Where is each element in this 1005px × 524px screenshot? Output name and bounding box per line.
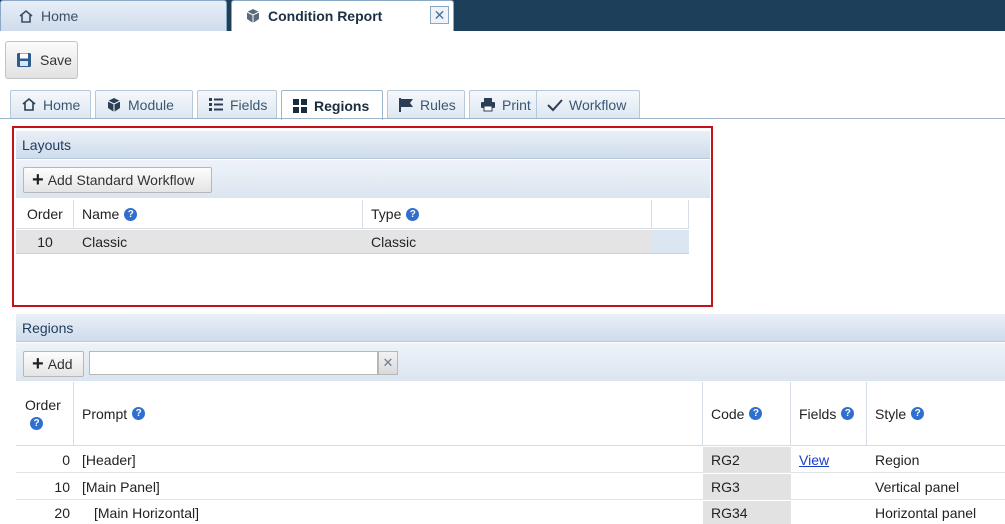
- window-tab-bar: Home Condition Report ✕: [0, 0, 1005, 31]
- help-icon[interactable]: ?: [124, 207, 138, 221]
- region-prompt: [Main Panel]: [82, 478, 160, 495]
- tab-home-label: Home: [43, 96, 81, 113]
- tab-regions-label: Regions: [314, 97, 370, 114]
- flag-icon: [398, 97, 414, 113]
- column-fields[interactable]: Fields ?: [791, 382, 867, 445]
- column-name[interactable]: Name ?: [74, 200, 363, 228]
- region-order: 0: [62, 451, 70, 468]
- list-icon: [208, 97, 224, 112]
- home-icon: [21, 97, 37, 112]
- region-code: RG34: [703, 501, 791, 524]
- column-code[interactable]: Code ?: [703, 382, 791, 445]
- view-fields-link[interactable]: View: [799, 452, 829, 468]
- region-code: RG3: [703, 474, 791, 499]
- plus-icon: +: [32, 353, 44, 375]
- regions-toolbar: + Add ✕: [16, 343, 1005, 381]
- cube-icon: [106, 97, 122, 113]
- save-button-label: Save: [40, 52, 72, 68]
- layout-type: Classic: [371, 233, 417, 250]
- tab-workflow[interactable]: Workflow: [536, 90, 640, 118]
- tab-module-label: Module: [128, 96, 174, 113]
- region-fields: View: [791, 447, 867, 472]
- check-icon: [547, 98, 563, 112]
- region-fields: [791, 474, 867, 499]
- region-code: RG2: [703, 447, 791, 472]
- help-icon[interactable]: ?: [841, 407, 855, 420]
- column-style[interactable]: Style ?: [867, 382, 1005, 445]
- window-tab-home-label: Home: [41, 8, 79, 24]
- clear-icon[interactable]: ✕: [378, 351, 398, 375]
- column-order[interactable]: Order ?: [16, 382, 74, 445]
- close-icon[interactable]: ✕: [430, 6, 449, 24]
- window-tab-home[interactable]: Home: [0, 0, 227, 31]
- region-style: Horizontal panel: [875, 504, 977, 521]
- region-order: 20: [54, 504, 70, 521]
- window-tab-condition-report-label: Condition Report: [268, 8, 383, 24]
- tab-home[interactable]: Home: [10, 90, 91, 118]
- tab-regions[interactable]: Regions: [281, 90, 383, 120]
- help-icon[interactable]: ?: [911, 407, 925, 420]
- floppy-disk-icon: [16, 52, 32, 68]
- layouts-panel-title: Layouts: [16, 131, 710, 159]
- layout-name: Classic: [82, 233, 128, 250]
- regions-grid-header: Order ? Prompt ? Code ? Fields ? Style ?: [16, 382, 1005, 446]
- column-order[interactable]: Order: [16, 200, 74, 228]
- save-button[interactable]: Save: [5, 41, 78, 79]
- layouts-panel: Layouts + Add Standard Workflow Order Na…: [16, 131, 710, 304]
- add-standard-workflow-button[interactable]: + Add Standard Workflow: [23, 167, 212, 193]
- add-standard-workflow-label: Add Standard Workflow: [47, 172, 195, 188]
- region-filter-input[interactable]: [89, 351, 378, 375]
- grid-icon: [292, 98, 308, 114]
- table-row[interactable]: 0 [Header] RG2 View Region: [16, 447, 1005, 473]
- layout-action-cell: [652, 230, 689, 253]
- region-order: 10: [54, 478, 70, 495]
- table-row[interactable]: 10 Classic Classic: [16, 230, 689, 254]
- help-icon[interactable]: ?: [749, 407, 763, 420]
- help-icon[interactable]: ?: [406, 207, 420, 221]
- layout-order: 10: [37, 233, 53, 250]
- tab-print[interactable]: Print: [469, 90, 542, 118]
- column-type[interactable]: Type ?: [363, 200, 652, 228]
- tab-fields[interactable]: Fields: [197, 90, 277, 118]
- tab-divider: [0, 118, 1005, 119]
- column-actions: [652, 200, 689, 228]
- cube-icon: [244, 8, 262, 24]
- layouts-grid-header: Order Name ? Type ?: [16, 200, 689, 229]
- tab-rules-label: Rules: [420, 96, 456, 113]
- help-icon[interactable]: ?: [30, 417, 43, 430]
- tab-module[interactable]: Module: [95, 90, 193, 118]
- regions-panel-title: Regions: [16, 314, 1005, 342]
- regions-panel: Regions + Add ✕ Order ? Prompt ? Code ? …: [16, 314, 1005, 524]
- region-prompt: [Header]: [82, 451, 136, 468]
- region-prompt: [Main Horizontal]: [94, 504, 200, 521]
- plus-icon: +: [32, 169, 44, 191]
- layouts-toolbar: + Add Standard Workflow: [16, 160, 710, 198]
- region-fields: [791, 501, 867, 524]
- table-row[interactable]: 10 [Main Panel] RG3 Vertical panel: [16, 474, 1005, 500]
- column-prompt[interactable]: Prompt ?: [74, 382, 703, 445]
- region-style: Region: [875, 451, 920, 468]
- table-row[interactable]: 20 [Main Horizontal] RG34 Horizontal pan…: [16, 501, 1005, 524]
- tab-print-label: Print: [502, 96, 531, 113]
- region-style: Vertical panel: [875, 478, 960, 495]
- printer-icon: [480, 97, 496, 112]
- help-icon[interactable]: ?: [132, 407, 146, 420]
- tab-fields-label: Fields: [230, 96, 268, 113]
- tab-workflow-label: Workflow: [569, 96, 627, 113]
- add-region-button[interactable]: + Add: [23, 351, 84, 377]
- window-tab-condition-report[interactable]: Condition Report ✕: [231, 0, 454, 31]
- add-region-label: Add: [47, 356, 73, 372]
- tab-rules[interactable]: Rules: [387, 90, 465, 118]
- home-icon: [17, 9, 35, 24]
